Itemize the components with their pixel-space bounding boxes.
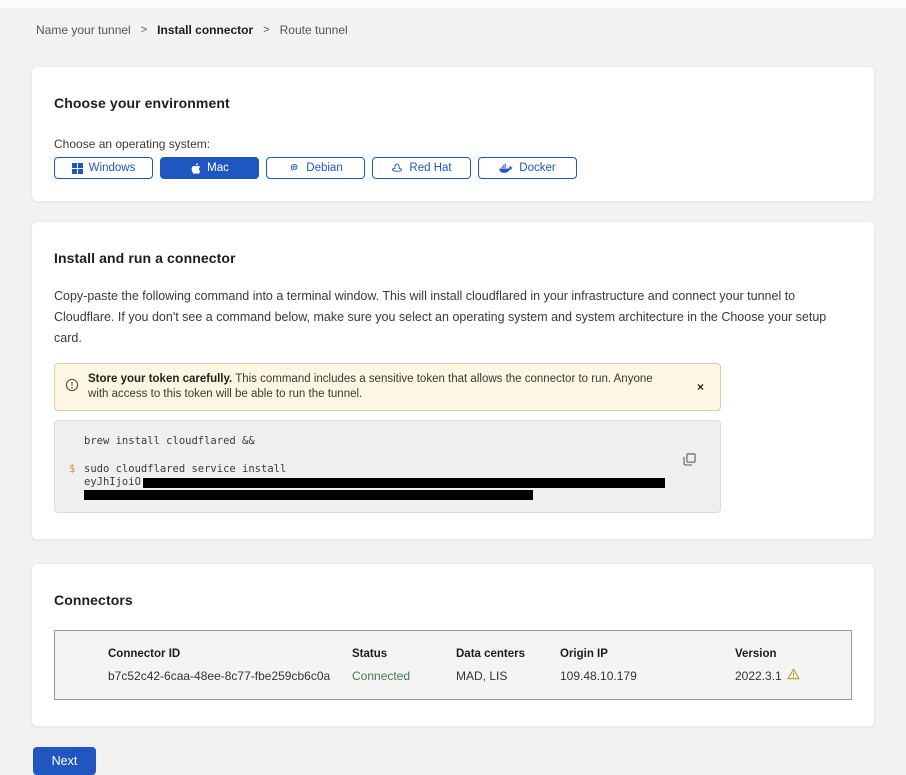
os-button-group: Windows Mac Debian Red Hat Docker	[54, 157, 852, 179]
code-line-token-2	[69, 489, 680, 500]
os-button-label: Debian	[306, 162, 342, 174]
connectors-table: Connector ID Status Data centers Origin …	[54, 630, 852, 700]
token-warning-text: Store your token carefully. This command…	[88, 372, 684, 402]
connector-origin-ip: 109.48.10.179	[560, 669, 735, 683]
copy-icon[interactable]	[681, 451, 698, 471]
windows-icon	[72, 163, 83, 174]
code-line-brew: brew install cloudflared &&	[69, 434, 680, 448]
os-button-mac[interactable]: Mac	[160, 157, 259, 179]
redacted-token-bar	[143, 478, 665, 488]
install-command-code-block: brew install cloudflared && $ sudo cloud…	[54, 420, 721, 513]
code-text: sudo cloudflared service install	[84, 462, 286, 476]
breadcrumb-step-install-connector[interactable]: Install connector	[157, 23, 253, 37]
code-line-token: eyJhIjoiO	[69, 476, 680, 489]
os-button-label: Mac	[207, 162, 229, 174]
connector-version-value: 2022.3.1	[735, 669, 782, 683]
install-card-title: Install and run a connector	[54, 250, 852, 266]
connector-id-value: b7c52c42-6caa-48ee-8c77-fbe259cb6c0a	[108, 669, 352, 683]
install-card-description: Copy-paste the following command into a …	[54, 286, 852, 349]
code-text: brew install cloudflared &&	[84, 434, 255, 448]
header-data-centers: Data centers	[456, 648, 560, 660]
header-version: Version	[735, 648, 851, 660]
header-status: Status	[352, 648, 456, 660]
close-icon[interactable]: ×	[693, 378, 708, 396]
connector-version: 2022.3.1	[735, 668, 851, 683]
token-warning-banner: Store your token carefully. This command…	[54, 363, 721, 411]
connectors-card: Connectors Connector ID Status Data cent…	[31, 563, 875, 727]
environment-card: Choose your environment Choose an operat…	[31, 66, 875, 202]
breadcrumb-step-name-your-tunnel[interactable]: Name your tunnel	[36, 23, 131, 37]
environment-card-title: Choose your environment	[54, 95, 852, 111]
code-gutter	[69, 434, 84, 448]
debian-icon	[288, 162, 300, 174]
warning-triangle-icon	[787, 668, 800, 683]
shell-prompt: $	[69, 462, 84, 476]
os-button-label: Red Hat	[409, 162, 451, 174]
install-connector-card: Install and run a connector Copy-paste t…	[31, 221, 875, 540]
code-gutter	[69, 489, 84, 500]
breadcrumb-separator: >	[141, 24, 147, 36]
os-button-windows[interactable]: Windows	[54, 157, 153, 179]
header-origin-ip: Origin IP	[560, 648, 735, 660]
alert-circle-icon	[65, 378, 79, 397]
os-button-docker[interactable]: Docker	[478, 157, 577, 179]
token-warning-title: Store your token carefully.	[88, 373, 232, 385]
breadcrumb-separator: >	[263, 24, 269, 36]
os-button-redhat[interactable]: Red Hat	[372, 157, 471, 179]
connectors-card-title: Connectors	[54, 592, 852, 608]
breadcrumb: Name your tunnel > Install connector > R…	[36, 23, 870, 37]
code-line-sudo: $ sudo cloudflared service install	[69, 462, 680, 476]
redacted-token-bar	[84, 490, 533, 500]
connector-data-centers: MAD, LIS	[456, 669, 560, 683]
next-button[interactable]: Next	[33, 747, 96, 775]
apple-icon	[190, 162, 201, 175]
docker-icon	[499, 163, 513, 174]
header-connector-id: Connector ID	[108, 648, 352, 660]
token-prefix-text: eyJhIjoiO	[84, 476, 141, 489]
os-select-label: Choose an operating system:	[54, 137, 852, 151]
connector-row: b7c52c42-6caa-48ee-8c77-fbe259cb6c0a Con…	[108, 668, 851, 683]
redhat-icon	[391, 162, 403, 174]
os-button-label: Docker	[519, 162, 555, 174]
os-button-debian[interactable]: Debian	[266, 157, 365, 179]
connectors-table-header-row: Connector ID Status Data centers Origin …	[108, 648, 851, 660]
os-button-label: Windows	[89, 162, 136, 174]
code-blank-line	[69, 448, 680, 462]
breadcrumb-step-route-tunnel[interactable]: Route tunnel	[280, 23, 348, 37]
page-top-strip	[0, 0, 906, 8]
connector-status-badge: Connected	[352, 669, 456, 683]
